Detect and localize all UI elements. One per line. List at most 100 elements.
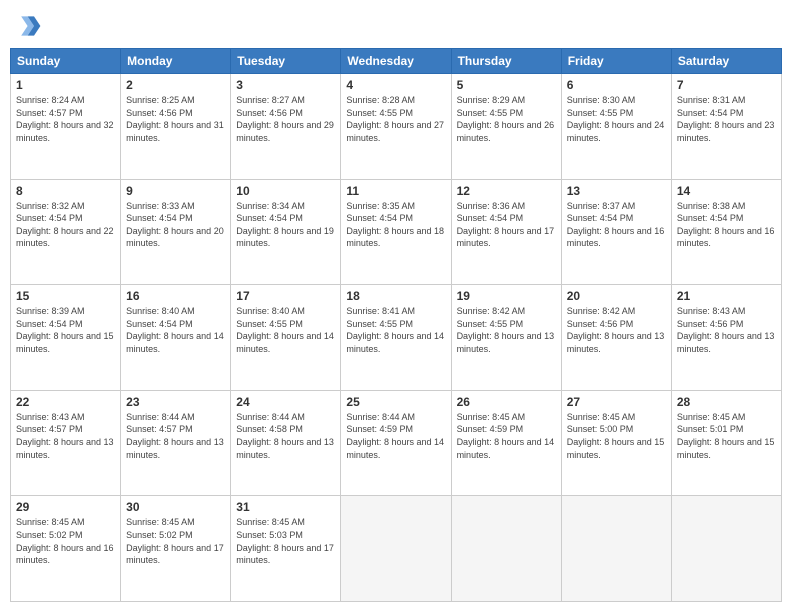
day-number: 7 — [677, 78, 776, 92]
calendar-cell: 31 Sunrise: 8:45 AM Sunset: 5:03 PM Dayl… — [231, 496, 341, 602]
cell-info: Sunrise: 8:44 AM Sunset: 4:58 PM Dayligh… — [236, 411, 335, 461]
day-header-thursday: Thursday — [451, 49, 561, 74]
week-row-3: 15 Sunrise: 8:39 AM Sunset: 4:54 PM Dayl… — [11, 285, 782, 391]
day-number: 17 — [236, 289, 335, 303]
day-number: 9 — [126, 184, 225, 198]
week-row-2: 8 Sunrise: 8:32 AM Sunset: 4:54 PM Dayli… — [11, 179, 782, 285]
calendar-cell: 27 Sunrise: 8:45 AM Sunset: 5:00 PM Dayl… — [561, 390, 671, 496]
calendar-cell: 17 Sunrise: 8:40 AM Sunset: 4:55 PM Dayl… — [231, 285, 341, 391]
calendar-cell — [671, 496, 781, 602]
calendar-cell: 1 Sunrise: 8:24 AM Sunset: 4:57 PM Dayli… — [11, 74, 121, 180]
calendar-body: 1 Sunrise: 8:24 AM Sunset: 4:57 PM Dayli… — [11, 74, 782, 602]
cell-info: Sunrise: 8:36 AM Sunset: 4:54 PM Dayligh… — [457, 200, 556, 250]
calendar-cell: 14 Sunrise: 8:38 AM Sunset: 4:54 PM Dayl… — [671, 179, 781, 285]
cell-info: Sunrise: 8:24 AM Sunset: 4:57 PM Dayligh… — [16, 94, 115, 144]
calendar-cell: 29 Sunrise: 8:45 AM Sunset: 5:02 PM Dayl… — [11, 496, 121, 602]
day-number: 27 — [567, 395, 666, 409]
day-number: 20 — [567, 289, 666, 303]
cell-info: Sunrise: 8:40 AM Sunset: 4:54 PM Dayligh… — [126, 305, 225, 355]
calendar-cell: 15 Sunrise: 8:39 AM Sunset: 4:54 PM Dayl… — [11, 285, 121, 391]
calendar-table: SundayMondayTuesdayWednesdayThursdayFrid… — [10, 48, 782, 602]
cell-info: Sunrise: 8:43 AM Sunset: 4:57 PM Dayligh… — [16, 411, 115, 461]
day-header-wednesday: Wednesday — [341, 49, 451, 74]
day-number: 23 — [126, 395, 225, 409]
day-number: 18 — [346, 289, 445, 303]
calendar-cell: 7 Sunrise: 8:31 AM Sunset: 4:54 PM Dayli… — [671, 74, 781, 180]
cell-info: Sunrise: 8:42 AM Sunset: 4:55 PM Dayligh… — [457, 305, 556, 355]
day-number: 1 — [16, 78, 115, 92]
week-row-4: 22 Sunrise: 8:43 AM Sunset: 4:57 PM Dayl… — [11, 390, 782, 496]
calendar-cell: 4 Sunrise: 8:28 AM Sunset: 4:55 PM Dayli… — [341, 74, 451, 180]
calendar-cell: 26 Sunrise: 8:45 AM Sunset: 4:59 PM Dayl… — [451, 390, 561, 496]
day-number: 31 — [236, 500, 335, 514]
calendar-cell: 8 Sunrise: 8:32 AM Sunset: 4:54 PM Dayli… — [11, 179, 121, 285]
day-number: 10 — [236, 184, 335, 198]
cell-info: Sunrise: 8:31 AM Sunset: 4:54 PM Dayligh… — [677, 94, 776, 144]
cell-info: Sunrise: 8:44 AM Sunset: 4:59 PM Dayligh… — [346, 411, 445, 461]
day-number: 6 — [567, 78, 666, 92]
calendar-cell: 28 Sunrise: 8:45 AM Sunset: 5:01 PM Dayl… — [671, 390, 781, 496]
calendar-cell: 18 Sunrise: 8:41 AM Sunset: 4:55 PM Dayl… — [341, 285, 451, 391]
header — [10, 10, 782, 42]
logo-icon — [10, 10, 42, 42]
cell-info: Sunrise: 8:32 AM Sunset: 4:54 PM Dayligh… — [16, 200, 115, 250]
day-number: 4 — [346, 78, 445, 92]
cell-info: Sunrise: 8:43 AM Sunset: 4:56 PM Dayligh… — [677, 305, 776, 355]
calendar-cell: 2 Sunrise: 8:25 AM Sunset: 4:56 PM Dayli… — [121, 74, 231, 180]
calendar-cell: 13 Sunrise: 8:37 AM Sunset: 4:54 PM Dayl… — [561, 179, 671, 285]
day-number: 11 — [346, 184, 445, 198]
calendar-cell: 3 Sunrise: 8:27 AM Sunset: 4:56 PM Dayli… — [231, 74, 341, 180]
day-header-friday: Friday — [561, 49, 671, 74]
day-number: 14 — [677, 184, 776, 198]
cell-info: Sunrise: 8:42 AM Sunset: 4:56 PM Dayligh… — [567, 305, 666, 355]
day-number: 28 — [677, 395, 776, 409]
cell-info: Sunrise: 8:30 AM Sunset: 4:55 PM Dayligh… — [567, 94, 666, 144]
header-row: SundayMondayTuesdayWednesdayThursdayFrid… — [11, 49, 782, 74]
cell-info: Sunrise: 8:28 AM Sunset: 4:55 PM Dayligh… — [346, 94, 445, 144]
day-number: 24 — [236, 395, 335, 409]
calendar-cell — [451, 496, 561, 602]
day-number: 8 — [16, 184, 115, 198]
calendar-cell: 19 Sunrise: 8:42 AM Sunset: 4:55 PM Dayl… — [451, 285, 561, 391]
calendar-cell: 22 Sunrise: 8:43 AM Sunset: 4:57 PM Dayl… — [11, 390, 121, 496]
cell-info: Sunrise: 8:39 AM Sunset: 4:54 PM Dayligh… — [16, 305, 115, 355]
calendar-cell: 10 Sunrise: 8:34 AM Sunset: 4:54 PM Dayl… — [231, 179, 341, 285]
cell-info: Sunrise: 8:45 AM Sunset: 5:03 PM Dayligh… — [236, 516, 335, 566]
page: SundayMondayTuesdayWednesdayThursdayFrid… — [0, 0, 792, 612]
day-number: 16 — [126, 289, 225, 303]
day-number: 29 — [16, 500, 115, 514]
cell-info: Sunrise: 8:29 AM Sunset: 4:55 PM Dayligh… — [457, 94, 556, 144]
day-header-monday: Monday — [121, 49, 231, 74]
day-number: 21 — [677, 289, 776, 303]
calendar-cell: 20 Sunrise: 8:42 AM Sunset: 4:56 PM Dayl… — [561, 285, 671, 391]
cell-info: Sunrise: 8:41 AM Sunset: 4:55 PM Dayligh… — [346, 305, 445, 355]
cell-info: Sunrise: 8:45 AM Sunset: 5:02 PM Dayligh… — [126, 516, 225, 566]
calendar-cell — [341, 496, 451, 602]
calendar-cell: 12 Sunrise: 8:36 AM Sunset: 4:54 PM Dayl… — [451, 179, 561, 285]
logo — [10, 10, 46, 42]
calendar-cell — [561, 496, 671, 602]
cell-info: Sunrise: 8:45 AM Sunset: 5:00 PM Dayligh… — [567, 411, 666, 461]
cell-info: Sunrise: 8:37 AM Sunset: 4:54 PM Dayligh… — [567, 200, 666, 250]
day-header-tuesday: Tuesday — [231, 49, 341, 74]
calendar-cell: 21 Sunrise: 8:43 AM Sunset: 4:56 PM Dayl… — [671, 285, 781, 391]
cell-info: Sunrise: 8:45 AM Sunset: 4:59 PM Dayligh… — [457, 411, 556, 461]
day-number: 26 — [457, 395, 556, 409]
day-number: 3 — [236, 78, 335, 92]
week-row-5: 29 Sunrise: 8:45 AM Sunset: 5:02 PM Dayl… — [11, 496, 782, 602]
calendar-cell: 24 Sunrise: 8:44 AM Sunset: 4:58 PM Dayl… — [231, 390, 341, 496]
cell-info: Sunrise: 8:34 AM Sunset: 4:54 PM Dayligh… — [236, 200, 335, 250]
calendar-cell: 11 Sunrise: 8:35 AM Sunset: 4:54 PM Dayl… — [341, 179, 451, 285]
calendar-cell: 23 Sunrise: 8:44 AM Sunset: 4:57 PM Dayl… — [121, 390, 231, 496]
calendar-cell: 30 Sunrise: 8:45 AM Sunset: 5:02 PM Dayl… — [121, 496, 231, 602]
cell-info: Sunrise: 8:44 AM Sunset: 4:57 PM Dayligh… — [126, 411, 225, 461]
calendar-cell: 9 Sunrise: 8:33 AM Sunset: 4:54 PM Dayli… — [121, 179, 231, 285]
day-header-saturday: Saturday — [671, 49, 781, 74]
calendar-cell: 6 Sunrise: 8:30 AM Sunset: 4:55 PM Dayli… — [561, 74, 671, 180]
cell-info: Sunrise: 8:40 AM Sunset: 4:55 PM Dayligh… — [236, 305, 335, 355]
cell-info: Sunrise: 8:35 AM Sunset: 4:54 PM Dayligh… — [346, 200, 445, 250]
calendar-cell: 16 Sunrise: 8:40 AM Sunset: 4:54 PM Dayl… — [121, 285, 231, 391]
cell-info: Sunrise: 8:25 AM Sunset: 4:56 PM Dayligh… — [126, 94, 225, 144]
day-number: 15 — [16, 289, 115, 303]
day-number: 5 — [457, 78, 556, 92]
